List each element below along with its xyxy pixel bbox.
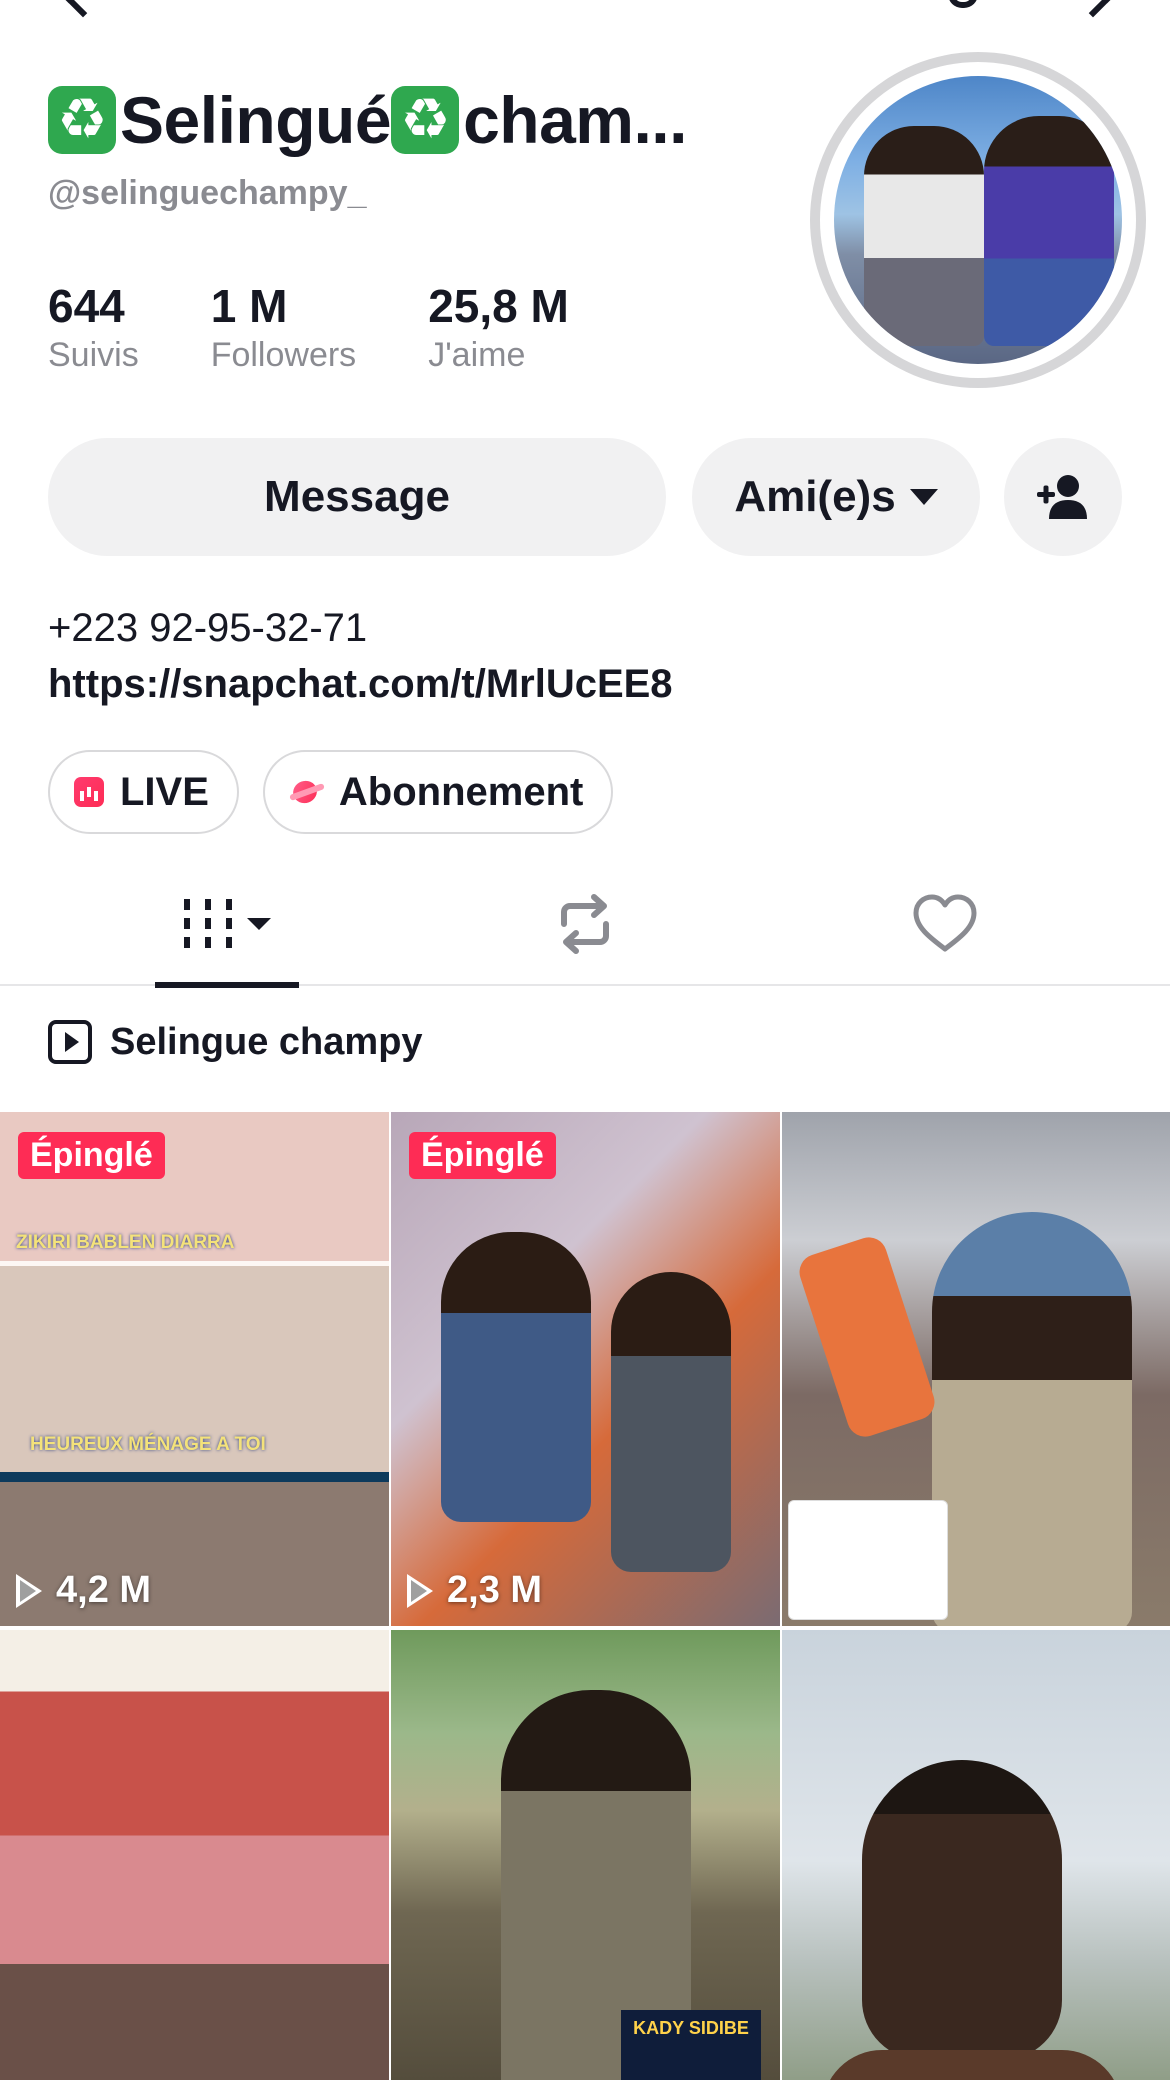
tab-videos[interactable] (155, 862, 299, 988)
content-tabs (0, 862, 1170, 988)
play-icon (407, 1573, 433, 1608)
video-thumbnail[interactable]: KADY SIDIBE (391, 1630, 780, 2080)
subscription-chip[interactable]: Abonnement (262, 750, 614, 834)
stat-followers-label: Followers (210, 336, 357, 374)
live-icon (74, 777, 104, 807)
view-count-value: 2,3 M (447, 1569, 543, 1611)
stat-likes-value: 25,8 M (428, 280, 569, 332)
view-count-value: 4,2 M (56, 1569, 152, 1611)
heart-icon (913, 894, 977, 952)
repost-icon (561, 894, 609, 954)
grid-icon (183, 899, 271, 949)
play-icon (16, 1573, 42, 1608)
video-thumbnail[interactable]: Épinglé 2,3 M (391, 1112, 780, 1626)
poster-title: KADY SIDIBE (633, 2018, 749, 2038)
view-count: 2,3 M (407, 1569, 542, 1612)
video-thumbnail[interactable] (782, 1112, 1170, 1626)
username: @selinguechampy_ (48, 174, 367, 212)
stat-following[interactable]: 644 Suivis (48, 280, 139, 378)
bio-link[interactable]: https://snapchat.com/t/MrlUcEE8 (48, 656, 673, 712)
tab-reposts[interactable] (545, 862, 625, 986)
recycle-emoji-icon: ♻ (391, 86, 460, 154)
video-grid: ZIKIRI BABLEN DIARRA HEUREUX MÉNAGE A TO… (0, 1112, 1170, 2080)
event-poster: KADY SIDIBE (621, 2010, 761, 2080)
embedded-screenshot (788, 1500, 948, 1620)
display-name: ♻ Selingué ♻ cham... (48, 80, 788, 160)
subscription-icon (289, 777, 325, 807)
stat-followers-value: 1 M (210, 280, 288, 332)
top-bar (0, 0, 1170, 18)
profile-header: ♻ Selingué ♻ cham... @selinguechampy_ (48, 80, 788, 213)
video-caption: HEUREUX MÉNAGE A TOI (30, 1434, 266, 1455)
stat-followers[interactable]: 1 M Followers (211, 280, 356, 378)
playlist-icon (48, 1020, 92, 1064)
stat-following-label: Suivis (48, 336, 139, 374)
active-tab-indicator (155, 982, 299, 988)
tab-liked[interactable] (905, 862, 985, 986)
profile-stats: 644 Suivis 1 M Followers 25,8 M J'aime (48, 280, 641, 378)
bio-phone: +223 92-95-32-71 (48, 606, 368, 650)
profile-chips: LIVE Abonnement (48, 750, 637, 834)
subscription-chip-label: Abonnement (338, 769, 584, 814)
stat-likes[interactable]: 25,8 M J'aime (428, 280, 569, 378)
share-icon[interactable] (1074, 0, 1112, 18)
profile-actions: Message Ami(e)s (48, 438, 1122, 556)
pinned-badge: Épinglé (409, 1132, 556, 1179)
pinned-badge: Épinglé (18, 1132, 165, 1179)
add-friend-button[interactable] (1004, 438, 1122, 556)
bio: +223 92-95-32-71 https://snapchat.com/t/… (48, 600, 673, 712)
view-count: 4,2 M (16, 1569, 151, 1612)
video-thumbnail[interactable] (0, 1630, 389, 2080)
video-thumbnail[interactable] (782, 1630, 1170, 2080)
live-chip[interactable]: LIVE (48, 750, 239, 834)
video-thumbnail[interactable]: ZIKIRI BABLEN DIARRA HEUREUX MÉNAGE A TO… (0, 1112, 389, 1626)
playlist-label: Selingue champy (110, 1020, 423, 1063)
avatar[interactable] (810, 52, 1146, 388)
friends-dropdown-button[interactable]: Ami(e)s (692, 438, 980, 556)
caret-down-icon (246, 918, 271, 930)
stat-likes-label: J'aime (428, 336, 526, 374)
friends-label: Ami(e)s (734, 472, 896, 521)
back-icon[interactable] (64, 0, 102, 18)
caret-down-icon (909, 489, 938, 505)
live-chip-label: LIVE (120, 769, 209, 814)
recycle-emoji-icon: ♻ (48, 86, 116, 154)
playlist-row[interactable]: Selingue champy (48, 1020, 423, 1064)
video-caption: ZIKIRI BABLEN DIARRA (16, 1232, 235, 1253)
add-user-icon (1037, 475, 1087, 519)
stat-following-value: 644 (48, 280, 125, 332)
message-button[interactable]: Message (48, 438, 666, 556)
avatar-photo (834, 76, 1122, 364)
bell-icon[interactable] (948, 0, 978, 8)
